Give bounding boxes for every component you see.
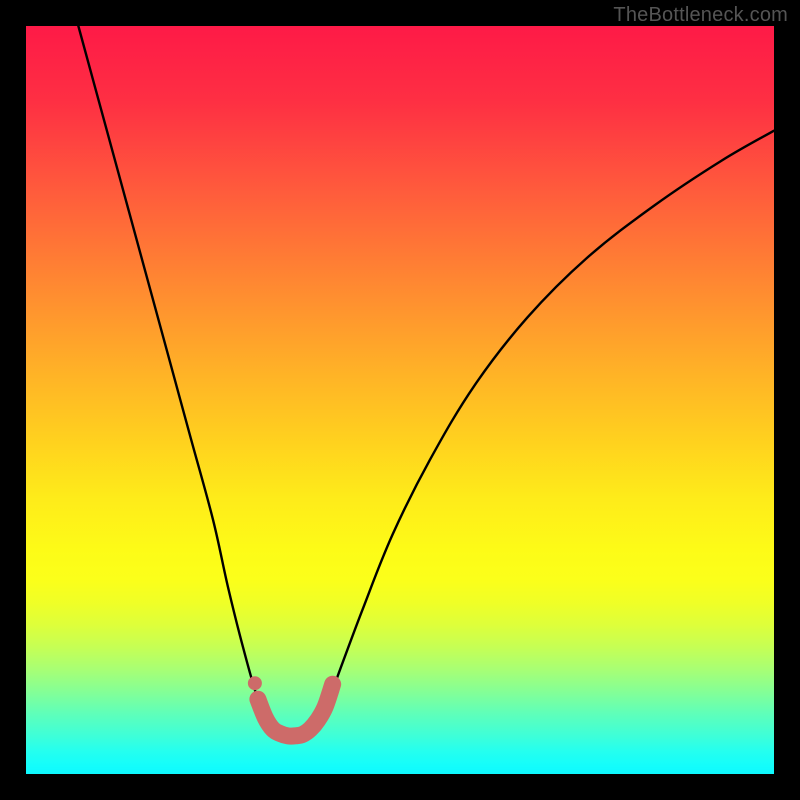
highlighted-marker-lead-dot xyxy=(248,676,262,690)
highlighted-marker-group xyxy=(248,676,333,736)
bottleneck-curve-path xyxy=(78,26,774,736)
bottleneck-curve-svg xyxy=(26,26,774,774)
chart-plot-area xyxy=(26,26,774,774)
watermark-text: TheBottleneck.com xyxy=(613,4,788,27)
highlighted-marker-stroke xyxy=(258,684,333,736)
